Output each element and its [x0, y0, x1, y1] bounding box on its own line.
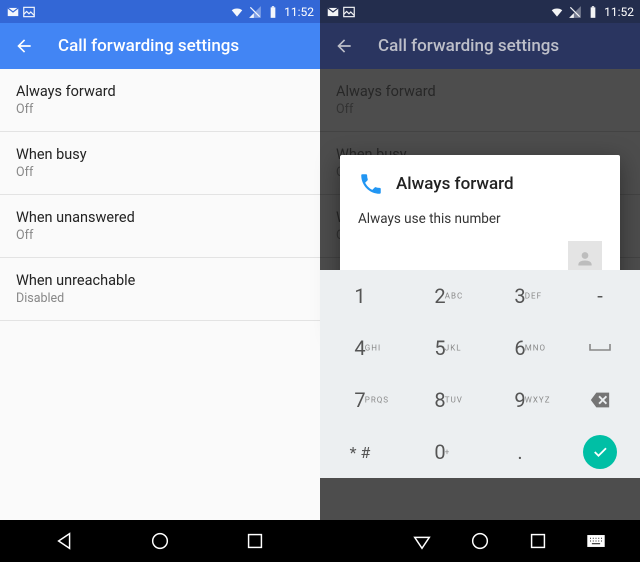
app-bar: Call forwarding settings [320, 23, 640, 69]
key-period[interactable]: . [480, 426, 560, 478]
key-7[interactable]: 7PRQS [320, 374, 400, 426]
nav-recent-icon[interactable] [244, 530, 266, 552]
screen-settings: 11:52 Call forwarding settings Always fo… [0, 0, 320, 562]
nav-back-icon[interactable] [54, 530, 76, 552]
space-icon [588, 342, 612, 354]
key-0[interactable]: 0+ [400, 426, 480, 478]
status-bar: 11:52 [0, 0, 320, 23]
numeric-keypad: 1 2ABC 3DEF - 4GHI 5JKL 6MNO 7PRQS 8TUV … [320, 270, 640, 478]
signal-icon [248, 5, 262, 19]
phone-icon [358, 171, 384, 197]
key-5[interactable]: 5JKL [400, 322, 480, 374]
image-icon [22, 5, 36, 19]
key-1[interactable]: 1 [320, 270, 400, 322]
dialog-title: Always forward [396, 174, 514, 194]
item-when-unreachable[interactable]: When unreachable Disabled [0, 258, 320, 321]
item-always-forward[interactable]: Always forward Off [0, 69, 320, 132]
settings-list: Always forward Off When busy Off When un… [0, 69, 320, 520]
dialog-subtitle: Always use this number [358, 211, 602, 227]
wifi-icon [230, 5, 244, 19]
gmail-icon [6, 5, 20, 19]
key-3[interactable]: 3DEF [480, 270, 560, 322]
status-time: 11:52 [284, 5, 314, 19]
key-6[interactable]: 6MNO [480, 322, 560, 374]
status-time: 11:52 [604, 5, 634, 19]
nav-keyboard-icon[interactable] [585, 530, 607, 552]
key-4[interactable]: 4GHI [320, 322, 400, 374]
nav-recent-icon[interactable] [527, 530, 549, 552]
nav-bar [0, 520, 320, 562]
settings-list-dimmed: Always forward Off When busy Off When un… [320, 69, 640, 520]
key-backspace[interactable] [560, 374, 640, 426]
signal-icon [568, 5, 582, 19]
item-when-busy[interactable]: When busy Off [0, 132, 320, 195]
key-dash[interactable]: - [560, 270, 640, 322]
battery-icon [266, 5, 280, 19]
key-2[interactable]: 2ABC [400, 270, 480, 322]
key-9[interactable]: 9WXYZ [480, 374, 560, 426]
check-icon [591, 443, 609, 461]
page-title: Call forwarding settings [378, 36, 559, 56]
page-title: Call forwarding settings [58, 36, 239, 56]
back-icon[interactable] [334, 36, 354, 56]
image-icon [342, 5, 356, 19]
key-space[interactable] [560, 322, 640, 374]
nav-back-icon[interactable] [411, 530, 433, 552]
nav-bar [320, 520, 640, 562]
contact-icon [575, 248, 595, 268]
key-8[interactable]: 8TUV [400, 374, 480, 426]
status-bar: 11:52 [320, 0, 640, 23]
wifi-icon [550, 5, 564, 19]
gmail-icon [326, 5, 340, 19]
battery-icon [586, 5, 600, 19]
item-when-unanswered[interactable]: When unanswered Off [0, 195, 320, 258]
backspace-icon [589, 389, 611, 411]
key-confirm[interactable] [560, 426, 640, 478]
key-symbols[interactable]: * # [320, 426, 400, 478]
screen-dialog: 11:52 Call forwarding settings Always fo… [320, 0, 640, 562]
nav-home-icon[interactable] [469, 530, 491, 552]
back-icon[interactable] [14, 36, 34, 56]
app-bar: Call forwarding settings [0, 23, 320, 69]
nav-home-icon[interactable] [149, 530, 171, 552]
